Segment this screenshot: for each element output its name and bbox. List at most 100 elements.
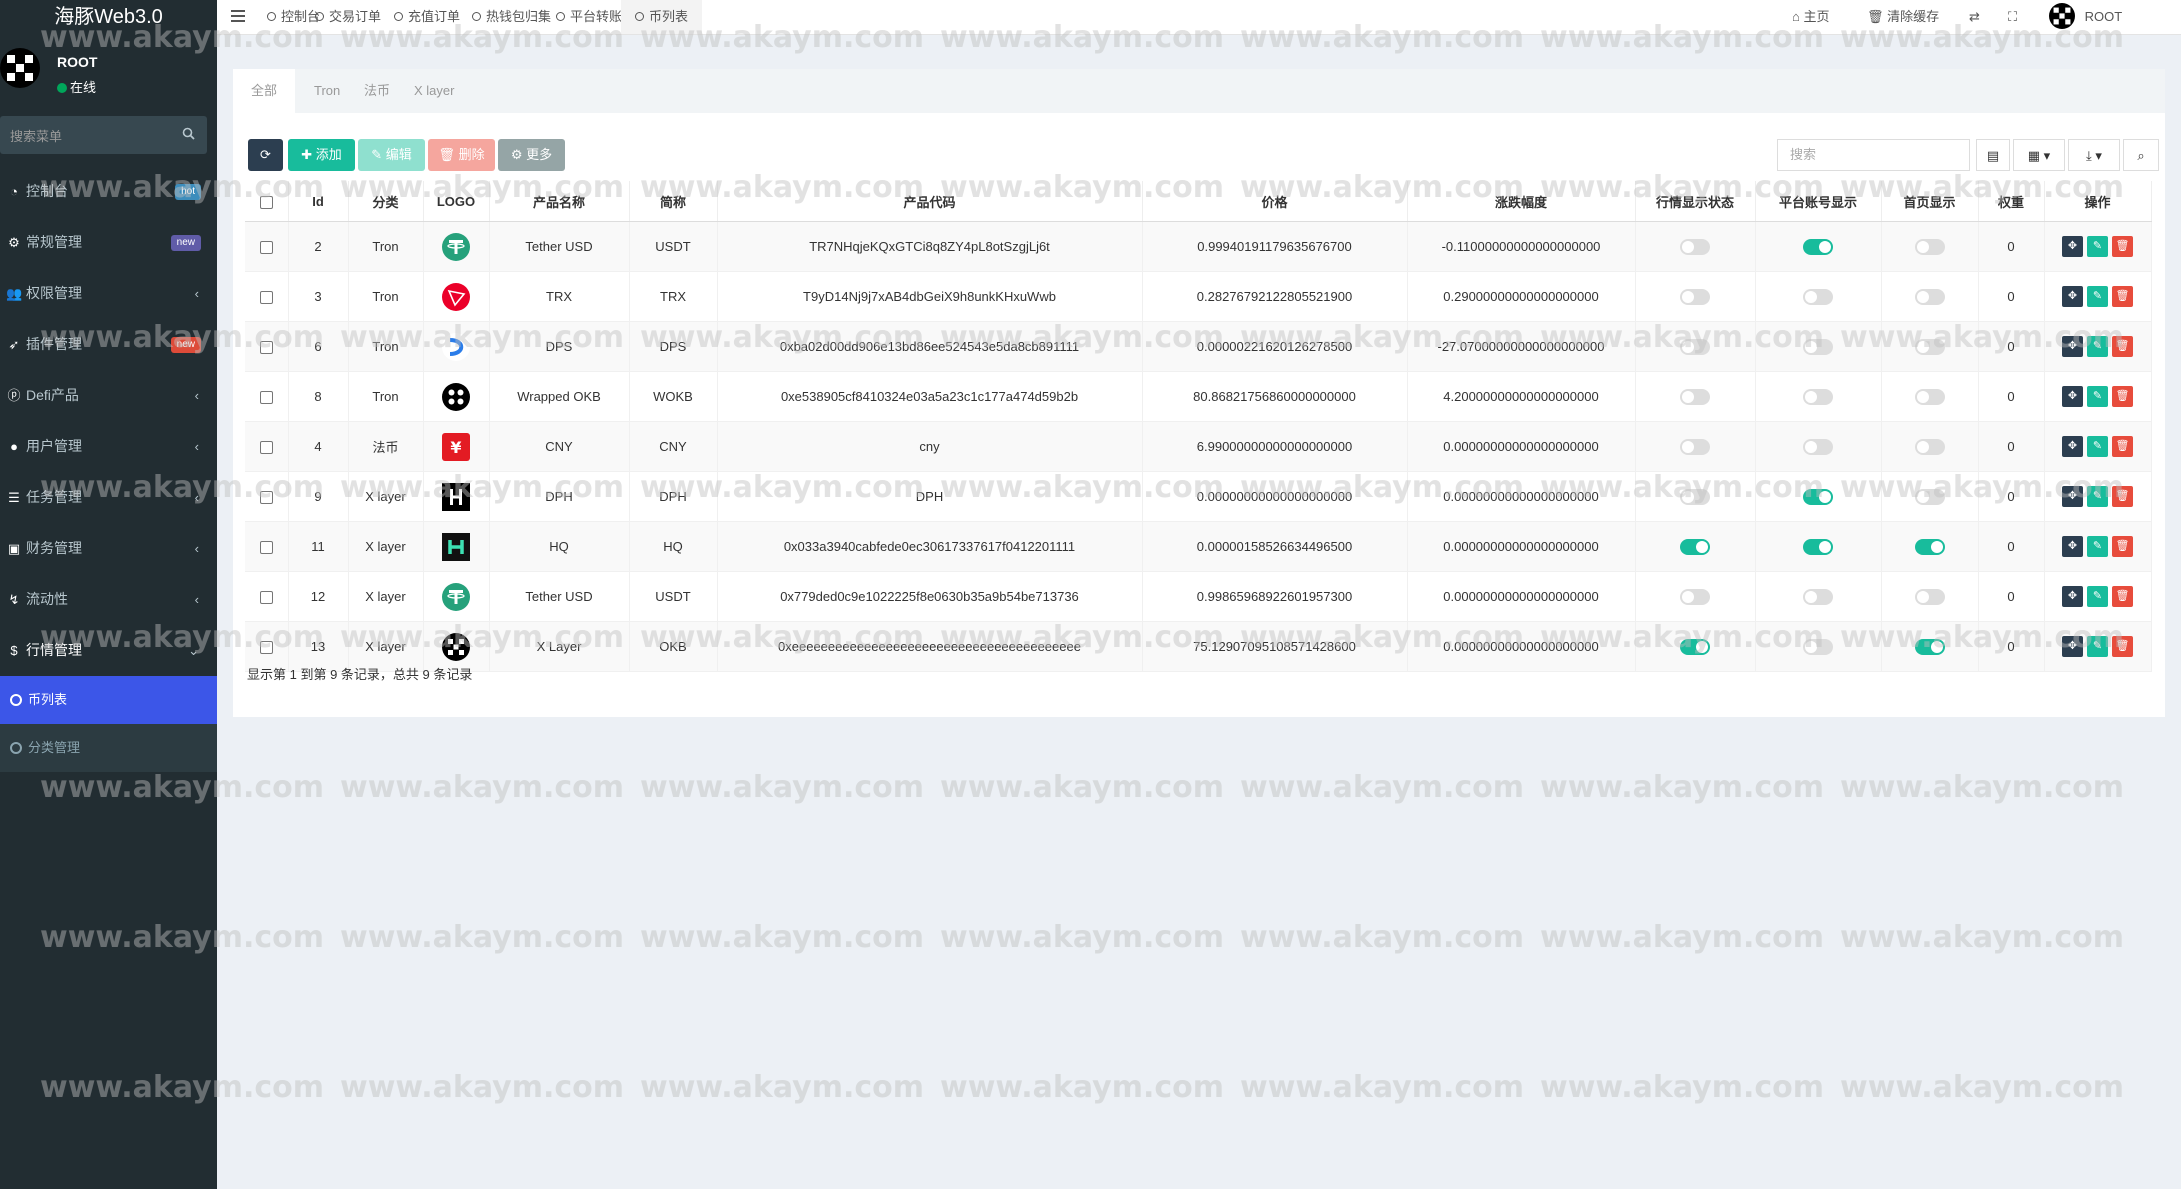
sidebar-item-3[interactable]: ➶ 插件管理 new: [0, 319, 217, 370]
sidebar-subitem-0[interactable]: 币列表: [0, 676, 217, 724]
refresh-button[interactable]: ⟳: [248, 139, 283, 171]
search-icon[interactable]: ⌕: [2123, 139, 2159, 171]
market-toggle[interactable]: [1680, 538, 1710, 555]
drag-button[interactable]: ✥: [2062, 436, 2083, 457]
drag-button[interactable]: ✥: [2062, 586, 2083, 607]
edit-row-button[interactable]: ✎: [2087, 336, 2108, 357]
delete-button[interactable]: 🗑 删除: [428, 139, 495, 171]
edit-row-button[interactable]: ✎: [2087, 436, 2108, 457]
tab-0[interactable]: 全部: [233, 69, 296, 113]
edit-button[interactable]: ✎ 编辑: [358, 139, 425, 171]
delete-row-button[interactable]: 🗑: [2112, 536, 2133, 557]
drag-button[interactable]: ✥: [2062, 386, 2083, 407]
add-button[interactable]: ✚ 添加: [288, 139, 355, 171]
menu-toggle-icon[interactable]: [231, 0, 245, 34]
sidebar-item-8[interactable]: ↯ 流动性 ‹: [0, 574, 217, 625]
home-toggle[interactable]: [1914, 288, 1945, 305]
home-toggle[interactable]: [1914, 238, 1945, 255]
delete-row-button[interactable]: 🗑: [2112, 636, 2133, 657]
table-row[interactable]: 9X layer DPH DPH DPH 0.00000000000000000000 0…: [245, 471, 2152, 522]
market-toggle[interactable]: [1680, 288, 1710, 305]
platform-toggle[interactable]: [1803, 588, 1833, 605]
drag-button[interactable]: ✥: [2062, 236, 2083, 257]
tab-3[interactable]: X layer: [396, 69, 472, 113]
row-checkbox[interactable]: [259, 491, 273, 505]
delete-row-button[interactable]: 🗑: [2112, 436, 2133, 457]
home-toggle[interactable]: [1914, 538, 1945, 555]
edit-row-button[interactable]: ✎: [2087, 586, 2108, 607]
nav-tab-5[interactable]: 币列表: [621, 0, 703, 34]
fullscreen-icon[interactable]: ⛶: [2008, 0, 2017, 34]
market-toggle[interactable]: [1680, 338, 1710, 355]
export-icon[interactable]: ⤓ ▾: [2068, 139, 2120, 171]
edit-row-button[interactable]: ✎: [2087, 236, 2108, 257]
nav-tab-3[interactable]: 热钱包归集: [472, 0, 551, 34]
row-checkbox[interactable]: [259, 591, 273, 605]
sidebar-item-2[interactable]: 👥 权限管理 ‹: [0, 268, 217, 319]
platform-toggle[interactable]: [1803, 238, 1833, 255]
nav-tab-0[interactable]: 控制台: [267, 0, 320, 34]
nav-tab-2[interactable]: 充值订单: [394, 0, 460, 34]
platform-toggle[interactable]: [1803, 388, 1833, 405]
table-row[interactable]: 4 法币 ¥ CNY CNY cny 6.99000000000000000000 0.000…: [245, 421, 2152, 472]
home-toggle[interactable]: [1914, 388, 1945, 405]
columns-icon[interactable]: ▦ ▾: [2013, 139, 2065, 171]
brand-title[interactable]: 海豚Web3.0: [0, 0, 217, 34]
delete-row-button[interactable]: 🗑: [2112, 386, 2133, 407]
market-toggle[interactable]: [1680, 588, 1710, 605]
delete-row-button[interactable]: 🗑: [2112, 236, 2133, 257]
platform-toggle[interactable]: [1803, 338, 1833, 355]
table-row[interactable]: 6 Tron DPS DPS 0xba02d00dd906e13bd86ee524543…: [245, 321, 2152, 372]
delete-row-button[interactable]: 🗑: [2112, 586, 2133, 607]
home-toggle[interactable]: [1914, 488, 1945, 505]
table-row[interactable]: 8 Tron Wrapped OKB WOKB 0xe538905cf8410324e0…: [245, 371, 2152, 422]
market-toggle[interactable]: [1680, 488, 1710, 505]
table-row[interactable]: 2 Tron Tether USD USDT TR7NHqjeKQxGTCi8q8ZY4…: [245, 221, 2152, 272]
market-toggle[interactable]: [1680, 238, 1710, 255]
drag-button[interactable]: ✥: [2062, 336, 2083, 357]
toggle-view-icon[interactable]: ▤: [1976, 139, 2010, 171]
delete-row-button[interactable]: 🗑: [2112, 286, 2133, 307]
clear-cache-button[interactable]: 🗑 清除缓存: [1867, 0, 1939, 34]
sidebar-item-7[interactable]: ▣ 财务管理 ‹: [0, 523, 217, 574]
search-icon[interactable]: [182, 127, 195, 140]
row-checkbox[interactable]: [259, 291, 273, 305]
user-menu[interactable]: ROOT: [2049, 0, 2122, 34]
home-toggle[interactable]: [1914, 588, 1945, 605]
market-toggle[interactable]: [1680, 438, 1710, 455]
sidebar-item-1[interactable]: ⚙ 常规管理 new: [0, 217, 217, 268]
table-row[interactable]: 3 Tron TRX TRX T9yD14Nj9j7xAB4dbGeiX9h8unkKH…: [245, 271, 2152, 322]
edit-row-button[interactable]: ✎: [2087, 486, 2108, 507]
row-checkbox[interactable]: [259, 241, 273, 255]
platform-toggle[interactable]: [1803, 538, 1833, 555]
delete-row-button[interactable]: 🗑: [2112, 486, 2133, 507]
market-toggle[interactable]: [1680, 388, 1710, 405]
sidebar-item-4[interactable]: ⓟ Defi产品 ‹: [0, 370, 217, 421]
home-toggle[interactable]: [1914, 438, 1945, 455]
platform-toggle[interactable]: [1803, 288, 1833, 305]
nav-tab-4[interactable]: 平台转账: [556, 0, 622, 34]
edit-row-button[interactable]: ✎: [2087, 536, 2108, 557]
delete-row-button[interactable]: 🗑: [2112, 336, 2133, 357]
sidebar-item-0[interactable]: ◔ 控制台 hot: [0, 166, 217, 217]
edit-row-button[interactable]: ✎: [2087, 636, 2108, 657]
sidebar-subitem-1[interactable]: 分类管理: [0, 724, 217, 772]
row-checkbox[interactable]: [259, 541, 273, 555]
home-link[interactable]: ⌂ 主页: [1792, 0, 1830, 34]
drag-button[interactable]: ✥: [2062, 536, 2083, 557]
select-all-checkbox[interactable]: [259, 195, 273, 209]
home-toggle[interactable]: [1914, 338, 1945, 355]
sidebar-item-9[interactable]: $ 行情管理 ⌄: [0, 625, 217, 676]
nav-tab-1[interactable]: 交易订单: [315, 0, 381, 34]
table-row[interactable]: 12 X layer Tether USD USDT 0x779ded0c9e10222…: [245, 571, 2152, 622]
home-toggle[interactable]: [1914, 638, 1945, 655]
sidebar-search-input[interactable]: 搜索菜单: [0, 116, 207, 154]
row-checkbox[interactable]: [259, 641, 273, 655]
edit-row-button[interactable]: ✎: [2087, 386, 2108, 407]
platform-toggle[interactable]: [1803, 638, 1833, 655]
drag-button[interactable]: ✥: [2062, 286, 2083, 307]
market-toggle[interactable]: [1680, 638, 1710, 655]
sidebar-item-6[interactable]: ☰ 任务管理 ‹: [0, 472, 217, 523]
translate-icon[interactable]: ⇄: [1969, 0, 1980, 34]
row-checkbox[interactable]: [259, 441, 273, 455]
